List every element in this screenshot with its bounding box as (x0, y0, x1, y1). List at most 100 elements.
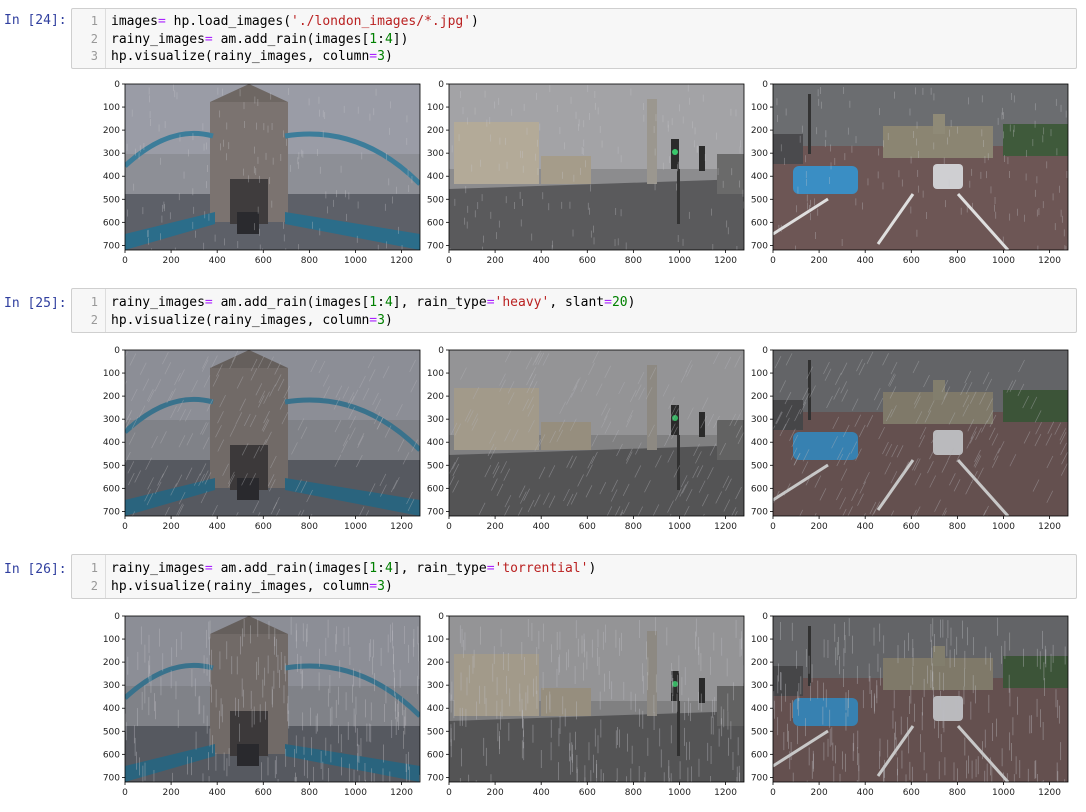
prompt-label: In [24]: (4, 13, 67, 28)
code-token: : (377, 561, 385, 576)
x-tick-label: 0 (446, 788, 452, 798)
code-line[interactable]: 1 rainy_images= am.add_rain(images[1:4], … (72, 560, 1076, 578)
x-tick-label: 400 (209, 522, 226, 532)
x-tick-label: 800 (301, 256, 318, 266)
code-token: 4 (384, 561, 393, 576)
code-token: hp.load_images( (165, 14, 292, 29)
buckingham-palace-photo (773, 350, 1068, 516)
code-token: = (204, 295, 213, 310)
x-tick-label: 200 (811, 522, 828, 532)
x-tick-label: 600 (903, 788, 920, 798)
y-tick-label: 700 (427, 241, 444, 251)
x-tick-label: 1000 (668, 256, 691, 266)
image-panel: 0 100 200 300 400 500 600 700 0 200 400 600 800 1000 1… (85, 74, 425, 278)
code-token: am.add_rain(images[ (212, 31, 370, 47)
x-tick-label: 800 (949, 256, 966, 266)
image-plot: 01002003004005006007000 200 400 600 800 1000 1… (103, 80, 421, 266)
x-tick-label: 600 (579, 788, 596, 798)
x-tick-label: 1000 (668, 788, 691, 798)
x-tick-label: 600 (255, 788, 272, 798)
code-token: rainy_images (111, 31, 205, 47)
y-tick-label: 400 (427, 172, 444, 182)
code-token: 4 (384, 295, 393, 310)
y-tick-label: 0 (438, 612, 444, 622)
y-tick-label: 500 (103, 195, 120, 205)
code-line[interactable]: 2 rainy_images= am.add_rain(images[1:4]) (72, 31, 1076, 49)
prompt-label: In [26]: (4, 562, 67, 577)
code-token: 4 (384, 31, 393, 47)
x-tick-label: 200 (811, 788, 828, 798)
code-line[interactable]: 1 rainy_images= am.add_rain(images[1:4], … (72, 294, 1076, 312)
y-tick-label: 100 (427, 103, 444, 113)
y-tick-label: 200 (751, 658, 768, 668)
code-token: 3 (377, 49, 385, 64)
y-tick-label: 400 (427, 704, 444, 714)
code-line[interactable]: 2 hp.visualize(rainy_images, column=3) (72, 312, 1076, 330)
line-number: 1 (90, 561, 98, 575)
x-tick-label: 400 (533, 522, 550, 532)
image-panel: 0 100 200 300 400 500 600 700 0 200 400 600 800 1000 1… (733, 606, 1073, 810)
y-tick-label: 400 (751, 172, 768, 182)
x-tick-label: 1000 (344, 256, 367, 266)
tower-bridge-photo (125, 350, 420, 516)
x-tick-label: 1000 (344, 788, 367, 798)
code-line[interactable]: 3 hp.visualize(rainy_images, column=3) (72, 48, 1076, 66)
code-line[interactable]: 1 images= hp.load_images('./london_images… (72, 13, 1076, 31)
y-tick-label: 300 (103, 149, 120, 159)
buckingham-palace-photo (773, 616, 1068, 782)
x-tick-label: 0 (770, 522, 776, 532)
y-tick-label: 300 (427, 415, 444, 425)
trafalgar-square-photo (449, 616, 744, 782)
y-tick-label: 300 (103, 681, 120, 691)
image-plot: 01002003004005006007000 200 400 600 800 1000 1… (427, 80, 745, 266)
x-tick-label: 0 (122, 522, 128, 532)
x-tick-label: 400 (857, 256, 874, 266)
image-plot: 01002003004005006007000 200 400 600 800 1000 1… (427, 346, 745, 532)
code-input[interactable]: 1 images= hp.load_images('./london_images… (71, 8, 1077, 69)
y-tick-label: 200 (751, 392, 768, 402)
y-tick-label: 500 (427, 727, 444, 737)
code-token: hp.visualize(rainy_images, column (111, 312, 370, 328)
x-tick-label: 200 (487, 788, 504, 798)
x-tick-label: 200 (163, 522, 180, 532)
x-tick-label: 600 (255, 522, 272, 532)
x-tick-label: 400 (857, 788, 874, 798)
x-tick-label: 1200 (1038, 522, 1061, 532)
x-tick-label: 0 (770, 788, 776, 798)
y-tick-label: 100 (751, 103, 768, 113)
y-tick-label: 400 (103, 438, 120, 448)
image-panel: 0 100 200 300 400 500 600 700 0 200 400 600 800 1000 1… (733, 74, 1073, 278)
x-tick-label: 800 (625, 256, 642, 266)
x-tick-label: 400 (209, 256, 226, 266)
output-area: 0 100 200 300 400 500 600 700 0 200 400 600 800 1000 1… (0, 340, 1086, 536)
y-tick-label: 700 (103, 507, 120, 517)
image-plot: 01002003004005006007000 200 400 600 800 1000 1… (103, 346, 421, 532)
y-tick-label: 500 (751, 461, 768, 471)
code-text: rainy_images= am.add_rain(images[1:4]) (111, 31, 408, 49)
image-plot: 01002003004005006007000 200 400 600 800 1000 1… (103, 612, 421, 798)
image-plot: 01002003004005006007000 200 400 600 800 1000 1… (751, 612, 1069, 798)
code-input[interactable]: 1 rainy_images= am.add_rain(images[1:4], … (71, 288, 1077, 333)
code-input[interactable]: 1 rainy_images= am.add_rain(images[1:4], … (71, 554, 1077, 599)
code-text: hp.visualize(rainy_images, column=3) (111, 578, 393, 596)
x-tick-label: 800 (625, 522, 642, 532)
output-area: 0 100 200 300 400 500 600 700 0 200 400 600 800 1000 1… (0, 606, 1086, 806)
output-area: 0 100 200 300 400 500 600 700 0 200 400 600 800 1000 1… (0, 74, 1086, 270)
y-tick-label: 400 (751, 438, 768, 448)
code-token: rainy_images (111, 561, 205, 576)
tower-bridge-photo (125, 616, 420, 782)
code-line[interactable]: 2 hp.visualize(rainy_images, column=3) (72, 578, 1076, 596)
x-tick-label: 200 (811, 256, 828, 266)
y-tick-label: 500 (751, 195, 768, 205)
y-tick-label: 0 (438, 346, 444, 356)
code-text: hp.visualize(rainy_images, column=3) (111, 48, 393, 66)
y-tick-label: 0 (762, 80, 768, 90)
code-token: 3 (377, 312, 385, 328)
y-tick-label: 200 (103, 658, 120, 668)
x-tick-label: 600 (579, 256, 596, 266)
buckingham-palace-photo (773, 84, 1068, 250)
y-tick-label: 400 (427, 438, 444, 448)
y-tick-label: 700 (427, 507, 444, 517)
y-tick-label: 500 (427, 195, 444, 205)
code-token: 20 (611, 295, 628, 310)
